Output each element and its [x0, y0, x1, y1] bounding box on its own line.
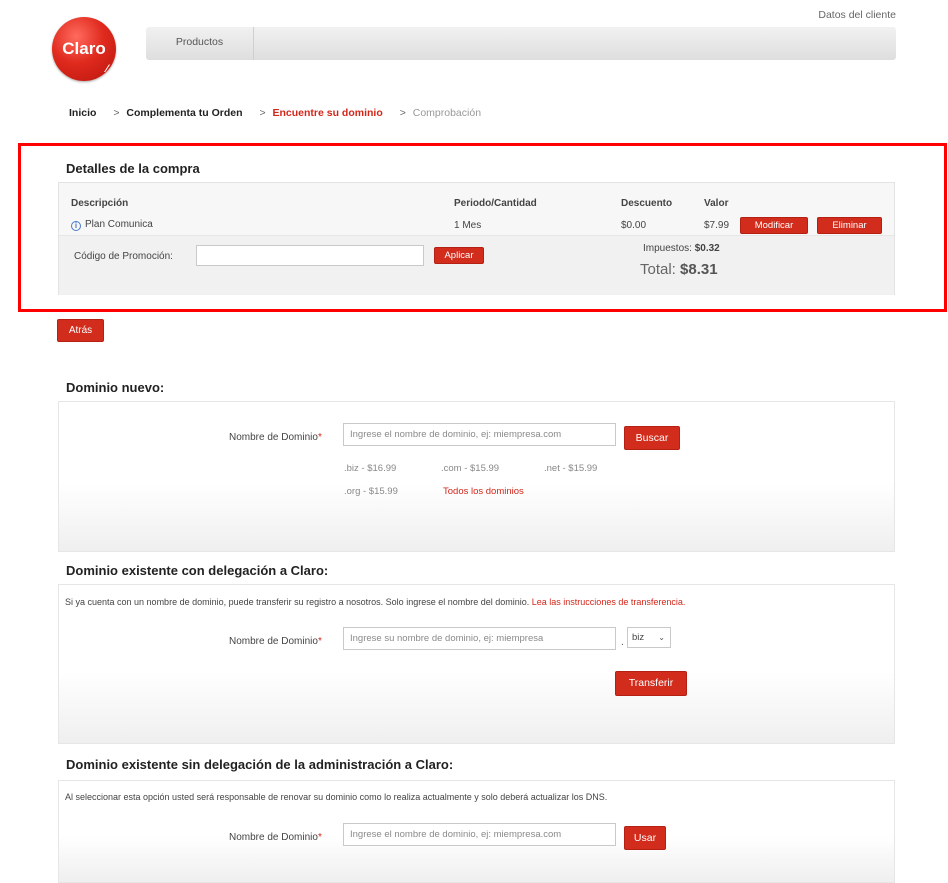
- existing-intro: Al seleccionar esta opción usted será re…: [65, 792, 608, 802]
- price-com: .com - $15.99: [441, 463, 500, 474]
- taxes-line: Impuestos: $0.32: [643, 243, 720, 254]
- info-icon[interactable]: i: [71, 221, 81, 231]
- transfer-instructions-link[interactable]: Lea las instrucciones de transferencia.: [532, 597, 686, 607]
- price-org: .org - $15.99: [344, 486, 398, 497]
- use-button[interactable]: Usar: [624, 826, 666, 850]
- existing-domain-input[interactable]: Ingrese el nombre de dominio, ej: miempr…: [343, 823, 616, 846]
- transfer-intro-text: Si ya cuenta con un nombre de dominio, p…: [65, 597, 530, 607]
- transfer-field-label: Nombre de Dominio*: [229, 636, 322, 647]
- modify-button[interactable]: Modificar: [740, 217, 808, 234]
- existing-field-label: Nombre de Dominio*: [229, 832, 322, 843]
- delete-button[interactable]: Eliminar: [817, 217, 882, 234]
- transfer-domain-panel: Si ya cuenta con un nombre de dominio, p…: [58, 584, 895, 744]
- plan-period: 1 Mes: [454, 220, 482, 231]
- logo-spark-icon: ⁄: [106, 63, 108, 75]
- breadcrumb-step-domain: Encuentre su dominio: [272, 107, 383, 119]
- taxes-value: $0.32: [694, 243, 720, 254]
- claro-logo[interactable]: Claro ⁄: [52, 17, 116, 81]
- plan-name: Plan Comunica: [85, 219, 153, 230]
- client-data-link[interactable]: Datos del cliente: [818, 9, 896, 21]
- column-header-discount: Descuento: [621, 198, 673, 209]
- plan-item: i Plan Comunica: [71, 219, 153, 231]
- taxes-label: Impuestos:: [643, 243, 692, 254]
- required-mark: *: [317, 832, 322, 843]
- total-label: Total:: [640, 261, 676, 278]
- breadcrumb: Inicio > Complementa tu Orden > Encuentr…: [69, 107, 481, 119]
- breadcrumb-separator: >: [259, 107, 266, 119]
- column-header-period: Periodo/Cantidad: [454, 198, 537, 209]
- field-label-text: Nombre de Dominio: [229, 832, 318, 843]
- plan-value: $7.99: [704, 220, 730, 231]
- new-domain-field-label: Nombre de Dominio*: [229, 432, 322, 443]
- existing-domain-panel: Al seleccionar esta opción usted será re…: [58, 780, 895, 883]
- price-net: .net - $15.99: [544, 463, 598, 474]
- tld-select[interactable]: biz ⌄: [627, 627, 671, 648]
- total-value: $8.31: [680, 261, 718, 278]
- transfer-button[interactable]: Transferir: [615, 671, 687, 696]
- field-label-text: Nombre de Dominio: [229, 432, 318, 443]
- logo-text: Claro: [62, 39, 106, 58]
- top-nav-bar: Productos: [146, 27, 896, 60]
- breadcrumb-step-complement[interactable]: Complementa tu Orden: [126, 107, 242, 119]
- back-button[interactable]: Atrás: [57, 319, 104, 342]
- new-domain-title: Dominio nuevo:: [66, 380, 165, 395]
- nav-item-products[interactable]: Productos: [146, 27, 254, 60]
- new-domain-input[interactable]: Ingrese el nombre de dominio, ej: miempr…: [343, 423, 616, 446]
- purchase-summary-area: [59, 235, 894, 295]
- new-domain-panel: Nombre de Dominio* Ingrese el nombre de …: [58, 401, 895, 552]
- tld-selected-value: biz: [632, 632, 645, 643]
- required-mark: *: [317, 636, 322, 647]
- chevron-down-icon: ⌄: [658, 633, 665, 642]
- search-button[interactable]: Buscar: [624, 426, 680, 450]
- transfer-intro: Si ya cuenta con un nombre de dominio, p…: [65, 597, 685, 607]
- dot-separator: .: [621, 637, 624, 648]
- promo-code-label: Código de Promoción:: [74, 251, 173, 262]
- breadcrumb-step-home[interactable]: Inicio: [69, 107, 96, 119]
- breadcrumb-separator: >: [113, 107, 120, 119]
- transfer-domain-input[interactable]: Ingrese su nombre de dominio, ej: miempr…: [343, 627, 616, 650]
- purchase-details-title: Detalles de la compra: [66, 161, 200, 176]
- field-label-text: Nombre de Dominio: [229, 636, 318, 647]
- total-line: Total: $8.31: [640, 261, 718, 278]
- price-biz: .biz - $16.99: [344, 463, 397, 474]
- apply-button[interactable]: Aplicar: [434, 247, 484, 264]
- breadcrumb-step-checkout: Comprobación: [412, 107, 482, 119]
- existing-domain-title: Dominio existente sin delegación de la a…: [66, 757, 454, 772]
- plan-discount: $0.00: [621, 220, 647, 231]
- purchase-details-panel: Descripción Periodo/Cantidad Descuento V…: [58, 182, 895, 295]
- column-header-value: Valor: [704, 198, 729, 209]
- breadcrumb-separator: >: [399, 107, 406, 119]
- required-mark: *: [317, 432, 322, 443]
- promo-code-input[interactable]: [196, 245, 424, 266]
- column-header-description: Descripción: [71, 198, 129, 209]
- all-domains-link[interactable]: Todos los dominios: [443, 486, 524, 497]
- transfer-domain-title: Dominio existente con delegación a Claro…: [66, 563, 329, 578]
